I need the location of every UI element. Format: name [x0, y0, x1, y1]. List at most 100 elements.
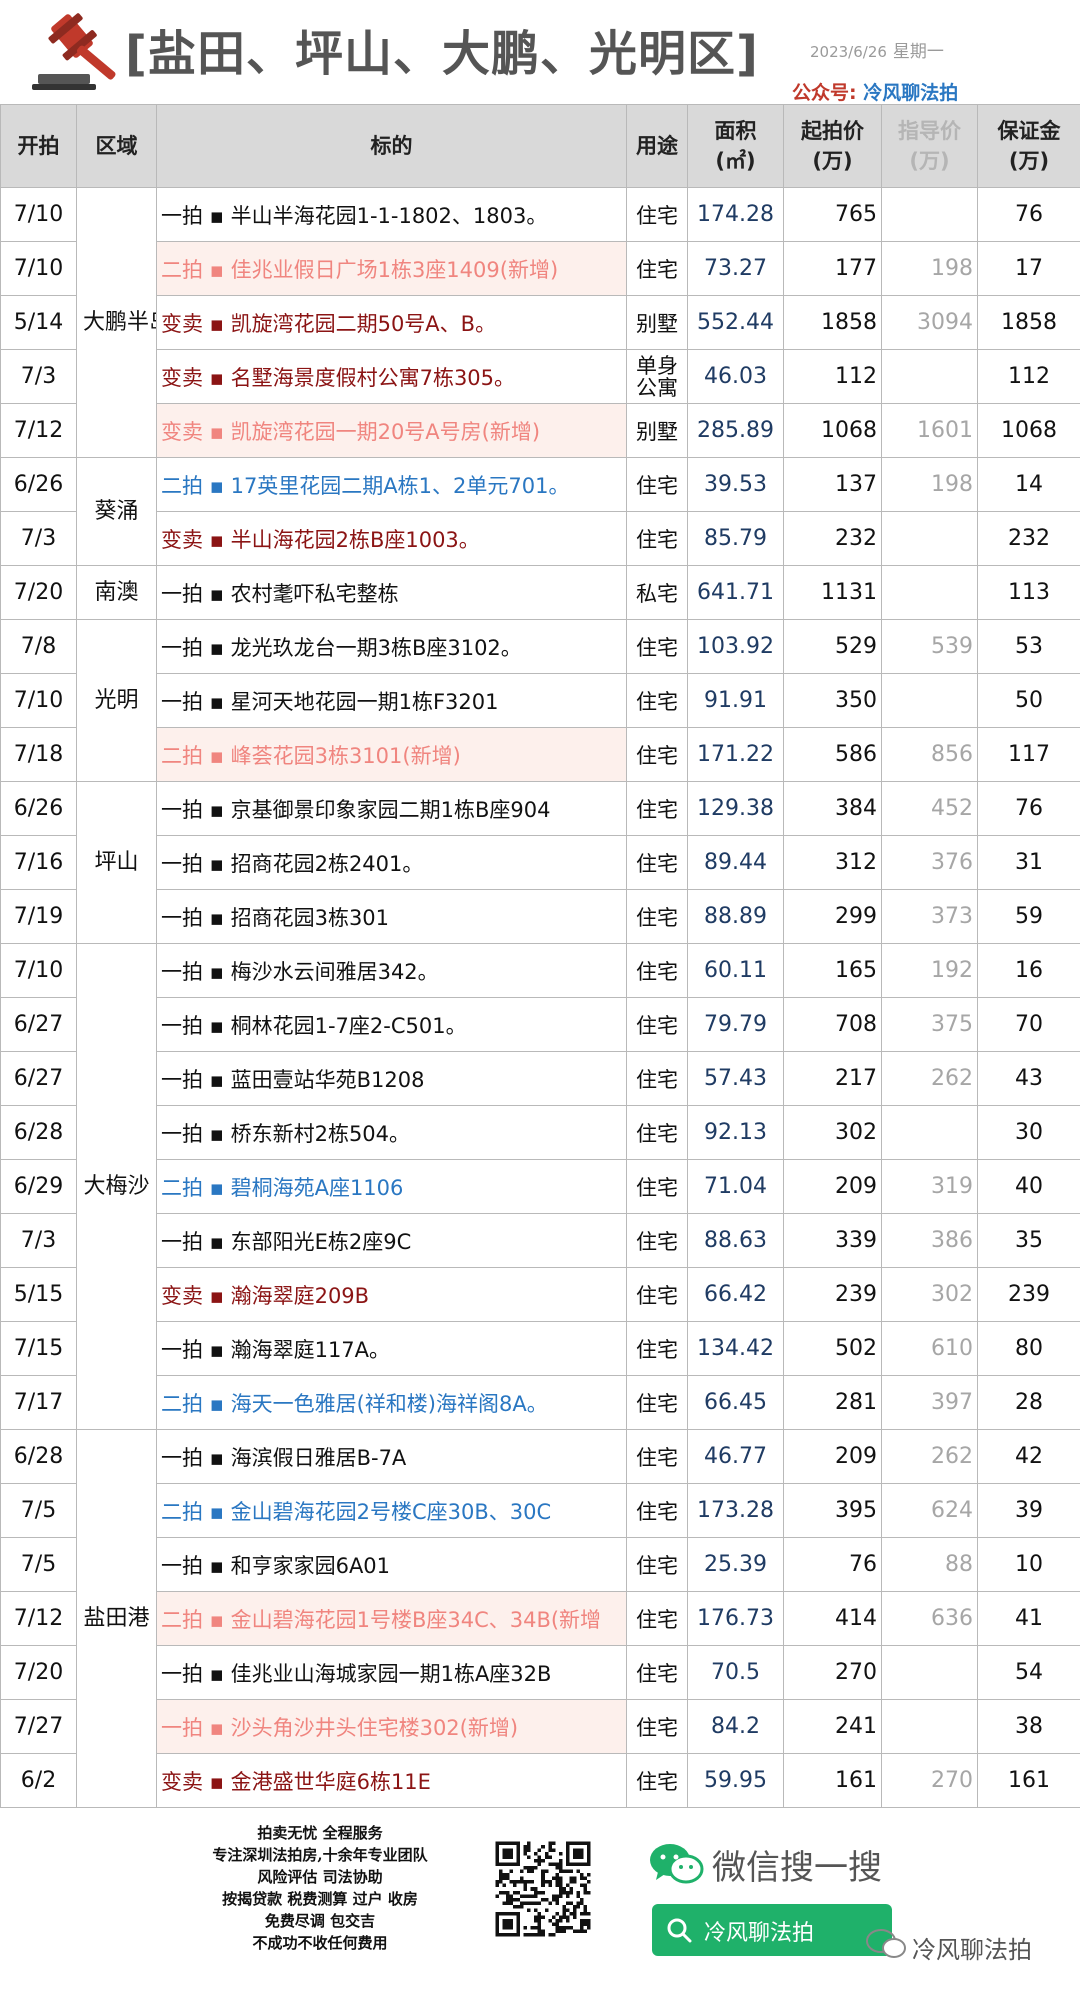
- area-cell: 73.27: [687, 241, 784, 296]
- table-row: 7/12 二拍 ▪ 金山碧海花园1号楼B座34C、34B(新增 住宅 176.73 41…: [0, 1591, 1080, 1646]
- qr-code[interactable]: [492, 1838, 594, 1940]
- start-price-cell: 299: [783, 889, 882, 944]
- start-price-cell: 708: [783, 997, 882, 1052]
- usage-cell: 住宅: [626, 835, 688, 890]
- weekday-value: 星期一: [892, 42, 944, 62]
- area-cell: 46.03: [687, 349, 784, 404]
- area-cell: 66.42: [687, 1267, 784, 1322]
- auction-item-cell: 二拍 ▪ 碧桐海苑A座1106: [156, 1159, 627, 1214]
- auction-item-cell: 二拍 ▪ 金山碧海花园1号楼B座34C、34B(新增: [156, 1591, 627, 1646]
- deposit-cell: 17: [977, 241, 1080, 296]
- start-price-cell: 209: [783, 1159, 882, 1214]
- area-cell: 171.22: [687, 727, 784, 782]
- table-row: 7/17 二拍 ▪ 海天一色雅居(祥和楼)海祥阁8A。 住宅 66.45 281 397 2…: [0, 1375, 1080, 1430]
- auction-date-cell: 7/15: [0, 1321, 77, 1376]
- guide-price-cell: 539: [881, 619, 978, 674]
- start-price-cell: 161: [783, 1753, 882, 1808]
- auction-item-cell: 变卖 ▪ 金港盛世华庭6栋11E: [156, 1753, 627, 1808]
- guide-price-cell: 397: [881, 1375, 978, 1430]
- start-price-cell: 239: [783, 1267, 882, 1322]
- area-cell: 641.71: [687, 565, 784, 620]
- deposit-cell: 53: [977, 619, 1080, 674]
- auction-date-cell: 6/28: [0, 1105, 77, 1160]
- account-name: 冷风聊法拍: [863, 82, 959, 104]
- auction-item-cell: 变卖 ▪ 瀚海翠庭209B: [156, 1267, 627, 1322]
- start-price-cell: 1068: [783, 403, 882, 458]
- usage-cell: 住宅: [626, 781, 688, 836]
- table-row: 7/3 变卖 ▪ 名墅海景度假村公寓7栋305。 单身公寓 46.03 112 112: [0, 349, 1080, 404]
- start-price-cell: 76: [783, 1537, 882, 1592]
- area-cell: 25.39: [687, 1537, 784, 1592]
- start-price-cell: 350: [783, 673, 882, 728]
- guide-price-cell: 856: [881, 727, 978, 782]
- usage-cell: 住宅: [626, 1267, 688, 1322]
- wechat-search-button[interactable]: 冷风聊法拍: [652, 1904, 892, 1956]
- guide-price-cell: 386: [881, 1213, 978, 1268]
- auction-item-cell: 二拍 ▪ 佳兆业假日广场1栋3座1409(新增): [156, 241, 627, 296]
- auction-date-cell: 7/18: [0, 727, 77, 782]
- guide-price-cell: 198: [881, 241, 978, 296]
- area-cell: 89.44: [687, 835, 784, 890]
- column-header-col-guide: 指导价 (万): [881, 104, 978, 188]
- auction-item-cell: 一拍 ▪ 东部阳光E栋2座9C: [156, 1213, 627, 1268]
- auction-date-cell: 7/20: [0, 1645, 77, 1700]
- deposit-cell: 38: [977, 1699, 1080, 1754]
- deposit-cell: 39: [977, 1483, 1080, 1538]
- deposit-cell: 76: [977, 187, 1080, 242]
- area-cell: 88.89: [687, 889, 784, 944]
- auction-date-cell: 7/10: [0, 673, 77, 728]
- page-header: [盐田、坪山、大鹏、光明区] 2023/6/26 星期一 公众号: 冷风聊法拍: [0, 0, 1080, 104]
- table-row: 6/29 二拍 ▪ 碧桐海苑A座1106 住宅 71.04 209 319 40: [0, 1159, 1080, 1214]
- auction-item-cell: 二拍 ▪ 海天一色雅居(祥和楼)海祥阁8A。: [156, 1375, 627, 1430]
- table-row: 7/5 二拍 ▪ 金山碧海花园2号楼C座30B、30C 住宅 173.28 395 624…: [0, 1483, 1080, 1538]
- table-row: 7/3 一拍 ▪ 东部阳光E栋2座9C 住宅 88.63 339 386 35: [0, 1213, 1080, 1268]
- region-cell: 盐田港: [76, 1429, 157, 1808]
- usage-cell: 住宅: [626, 1105, 688, 1160]
- usage-cell: 别墅: [626, 295, 688, 350]
- table-row: 7/12 变卖 ▪ 凯旋湾花园一期20号A号房(新增) 别墅 285.89 1068 16…: [0, 403, 1080, 458]
- start-price-cell: 414: [783, 1591, 882, 1646]
- search-icon: [667, 1918, 692, 1943]
- guide-price-cell: 198: [881, 457, 978, 512]
- wechat-search-title: 微信搜一搜: [712, 1848, 882, 1888]
- auction-item-cell: 一拍 ▪ 和亨家家园6A01: [156, 1537, 627, 1592]
- auction-date-cell: 7/10: [0, 241, 77, 296]
- usage-cell: 住宅: [626, 1429, 688, 1484]
- deposit-cell: 161: [977, 1753, 1080, 1808]
- usage-cell: 住宅: [626, 241, 688, 296]
- table-header-row: 开拍 区域 标的 用途 面积 (㎡) 起拍价 (万) 指导价 (万) 保证金 (万): [0, 104, 1080, 188]
- table-row: 7/10大鹏半岛一拍 ▪ 半山半海花园1-1-1802、1803。住宅174.2…: [0, 187, 1080, 458]
- deposit-cell: 30: [977, 1105, 1080, 1160]
- guide-price-cell: 262: [881, 1051, 978, 1106]
- usage-cell: 单身公寓: [626, 349, 688, 404]
- column-header-col-date: 开拍: [0, 104, 77, 188]
- auction-item-cell: 一拍 ▪ 半山半海花园1-1-1802、1803。: [156, 187, 627, 242]
- auction-item-cell: 变卖 ▪ 名墅海景度假村公寓7栋305。: [156, 349, 627, 404]
- promo-line: 风险评估 司法协助: [257, 1868, 383, 1886]
- auction-date-cell: 7/12: [0, 1591, 77, 1646]
- start-price-cell: 395: [783, 1483, 882, 1538]
- start-price-cell: 209: [783, 1429, 882, 1484]
- guide-price-cell: 376: [881, 835, 978, 890]
- auction-date-cell: 7/16: [0, 835, 77, 890]
- date-label: 2023/6/26 星期一: [810, 37, 944, 62]
- promo-line: 按揭贷款 税费测算 过户 收房: [222, 1890, 418, 1908]
- auction-date-cell: 7/3: [0, 511, 77, 566]
- deposit-cell: 1068: [977, 403, 1080, 458]
- auction-date-cell: 5/14: [0, 295, 77, 350]
- deposit-cell: 239: [977, 1267, 1080, 1322]
- column-header-col-start: 起拍价 (万): [783, 104, 882, 188]
- start-price-cell: 1131: [783, 565, 882, 620]
- start-price-cell: 270: [783, 1645, 882, 1700]
- area-cell: 173.28: [687, 1483, 784, 1538]
- column-header-col-use: 用途: [626, 104, 688, 188]
- start-price-cell: 241: [783, 1699, 882, 1754]
- auction-date-cell: 7/3: [0, 1213, 77, 1268]
- start-price-cell: 281: [783, 1375, 882, 1430]
- guide-price-cell: [881, 1645, 978, 1700]
- table-row: 7/10 一拍 ▪ 星河天地花园一期1栋F3201 住宅 91.91 350 50: [0, 673, 1080, 728]
- guide-price-cell: 192: [881, 943, 978, 998]
- guide-price-cell: 452: [881, 781, 978, 836]
- region-cell: 葵涌: [76, 457, 157, 566]
- guide-price-cell: [881, 1105, 978, 1160]
